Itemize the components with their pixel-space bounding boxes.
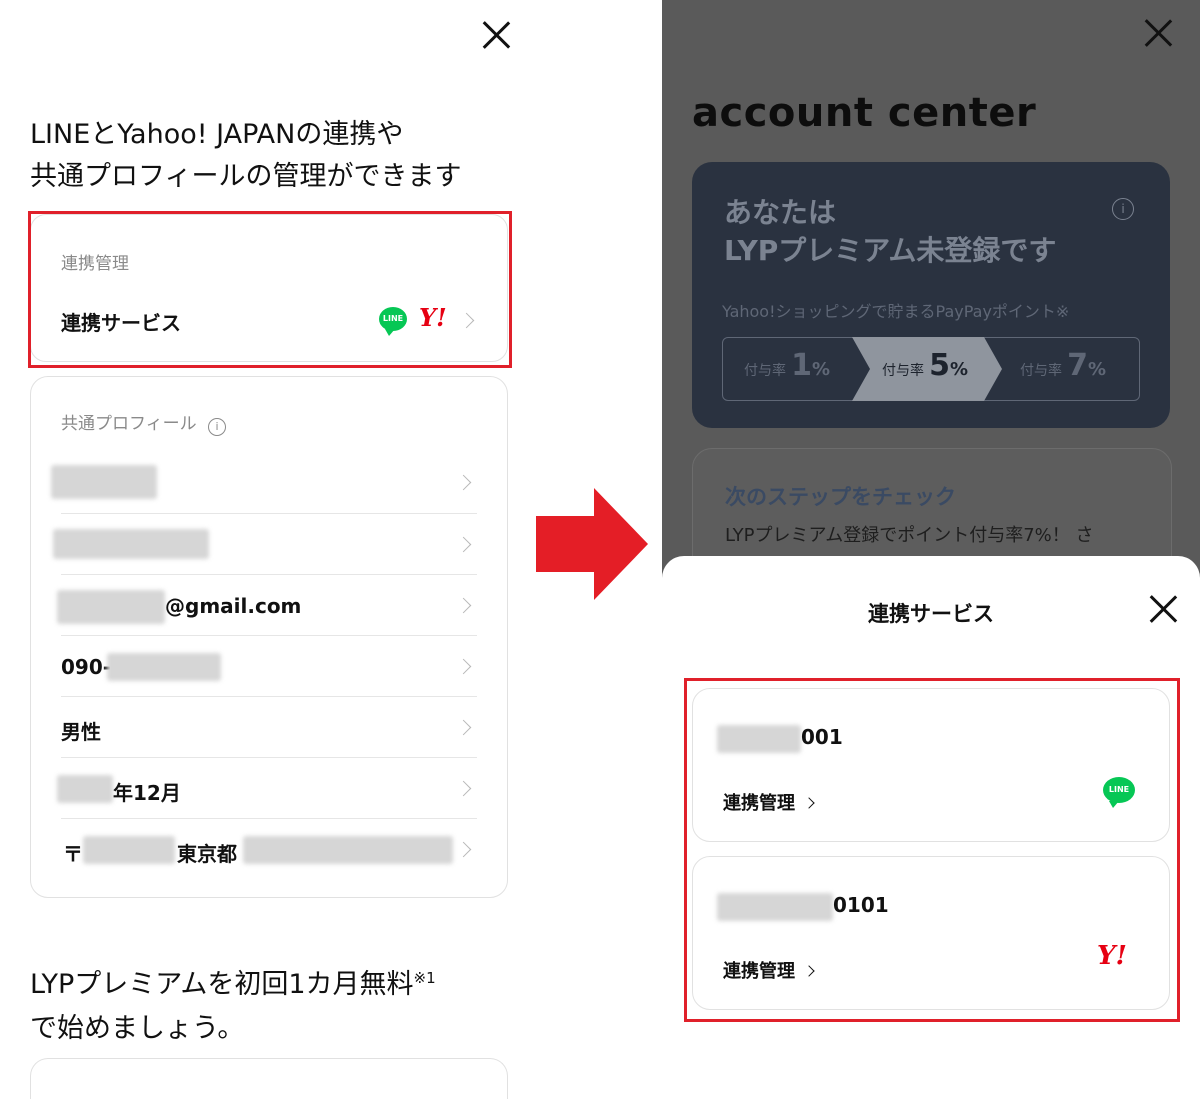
blurred-name <box>51 465 157 499</box>
premium-card: あなたは LYPプレミアム未登録です i Yahoo!ショッピングで貯まるPay… <box>692 162 1170 428</box>
divider <box>61 696 477 697</box>
close-icon[interactable] <box>481 20 511 50</box>
profile-label: 共通プロフィール i <box>61 409 227 436</box>
email-suffix: @gmail.com <box>165 594 302 618</box>
profile-row-address[interactable]: 〒 東京都 <box>31 820 507 880</box>
profile-row-phone[interactable]: 090- <box>31 637 507 697</box>
promo-card <box>30 1058 508 1099</box>
divider <box>61 818 477 819</box>
info-icon[interactable]: i <box>1112 198 1134 220</box>
divider <box>61 635 477 636</box>
linked-services-sheet: 連携サービス 001 連携管理 LINE 0101 連携管理 Y! <box>662 556 1200 1076</box>
next-steps-text: LYPプレミアム登録でポイント付与率7%！ さ <box>725 525 1094 546</box>
blurred-phone <box>107 653 221 681</box>
postal-mark: 〒 <box>63 842 83 866</box>
blurred-address <box>243 836 453 864</box>
chevron-right-icon <box>455 474 472 491</box>
linked-services-row[interactable] <box>32 290 504 350</box>
divider <box>61 513 477 514</box>
divider <box>61 757 477 758</box>
info-icon[interactable]: i <box>208 418 227 436</box>
page-heading: LINEとYahoo! JAPANの連携や 共通プロフィールの管理ができます <box>30 119 462 192</box>
profile-row-birthday[interactable]: 年12月 <box>31 759 507 819</box>
phone-prefix: 090- <box>61 655 112 679</box>
blurred-email <box>57 590 165 624</box>
profile-row[interactable] <box>31 515 507 575</box>
premium-status: あなたは LYPプレミアム未登録です <box>724 196 1057 267</box>
divider <box>61 574 477 575</box>
blurred-postal <box>83 836 175 864</box>
chevron-right-icon <box>455 780 472 797</box>
birth-month: 年12月 <box>113 781 181 805</box>
page-title: account center <box>692 90 1037 136</box>
prefecture: 東京都 <box>177 842 237 866</box>
highlight-box <box>684 678 1180 1022</box>
next-steps-title: 次のステップをチェック <box>725 485 956 509</box>
tier-item: 付与率 1% <box>744 348 831 383</box>
sheet-title: 連携サービス <box>868 602 994 626</box>
profile-row-email[interactable]: @gmail.com <box>31 576 507 636</box>
chevron-right-icon <box>455 536 472 553</box>
blurred-name <box>53 529 209 559</box>
profile-card: 共通プロフィール i @gmail.com 090- 男性 年12月 〒 東京都 <box>30 376 508 898</box>
chevron-right-icon <box>455 841 472 858</box>
gender-value: 男性 <box>61 720 101 744</box>
tier-item: 付与率 5% <box>882 348 969 383</box>
chevron-right-icon <box>455 719 472 736</box>
close-icon[interactable] <box>1148 594 1178 624</box>
chevron-right-icon <box>455 597 472 614</box>
tier-item: 付与率 7% <box>1020 348 1107 383</box>
premium-subtext: Yahoo!ショッピングで貯まるPayPayポイント※ <box>722 302 1070 321</box>
arrow-right-icon <box>536 488 648 600</box>
chevron-right-icon <box>455 658 472 675</box>
blurred-year <box>57 775 113 803</box>
profile-row[interactable] <box>31 455 507 515</box>
profile-row-gender[interactable]: 男性 <box>31 698 507 758</box>
close-icon[interactable] <box>1143 18 1173 48</box>
premium-promo-text: LYPプレミアムを初回1カ月無料※1 で始めましょう。 <box>30 969 436 1044</box>
